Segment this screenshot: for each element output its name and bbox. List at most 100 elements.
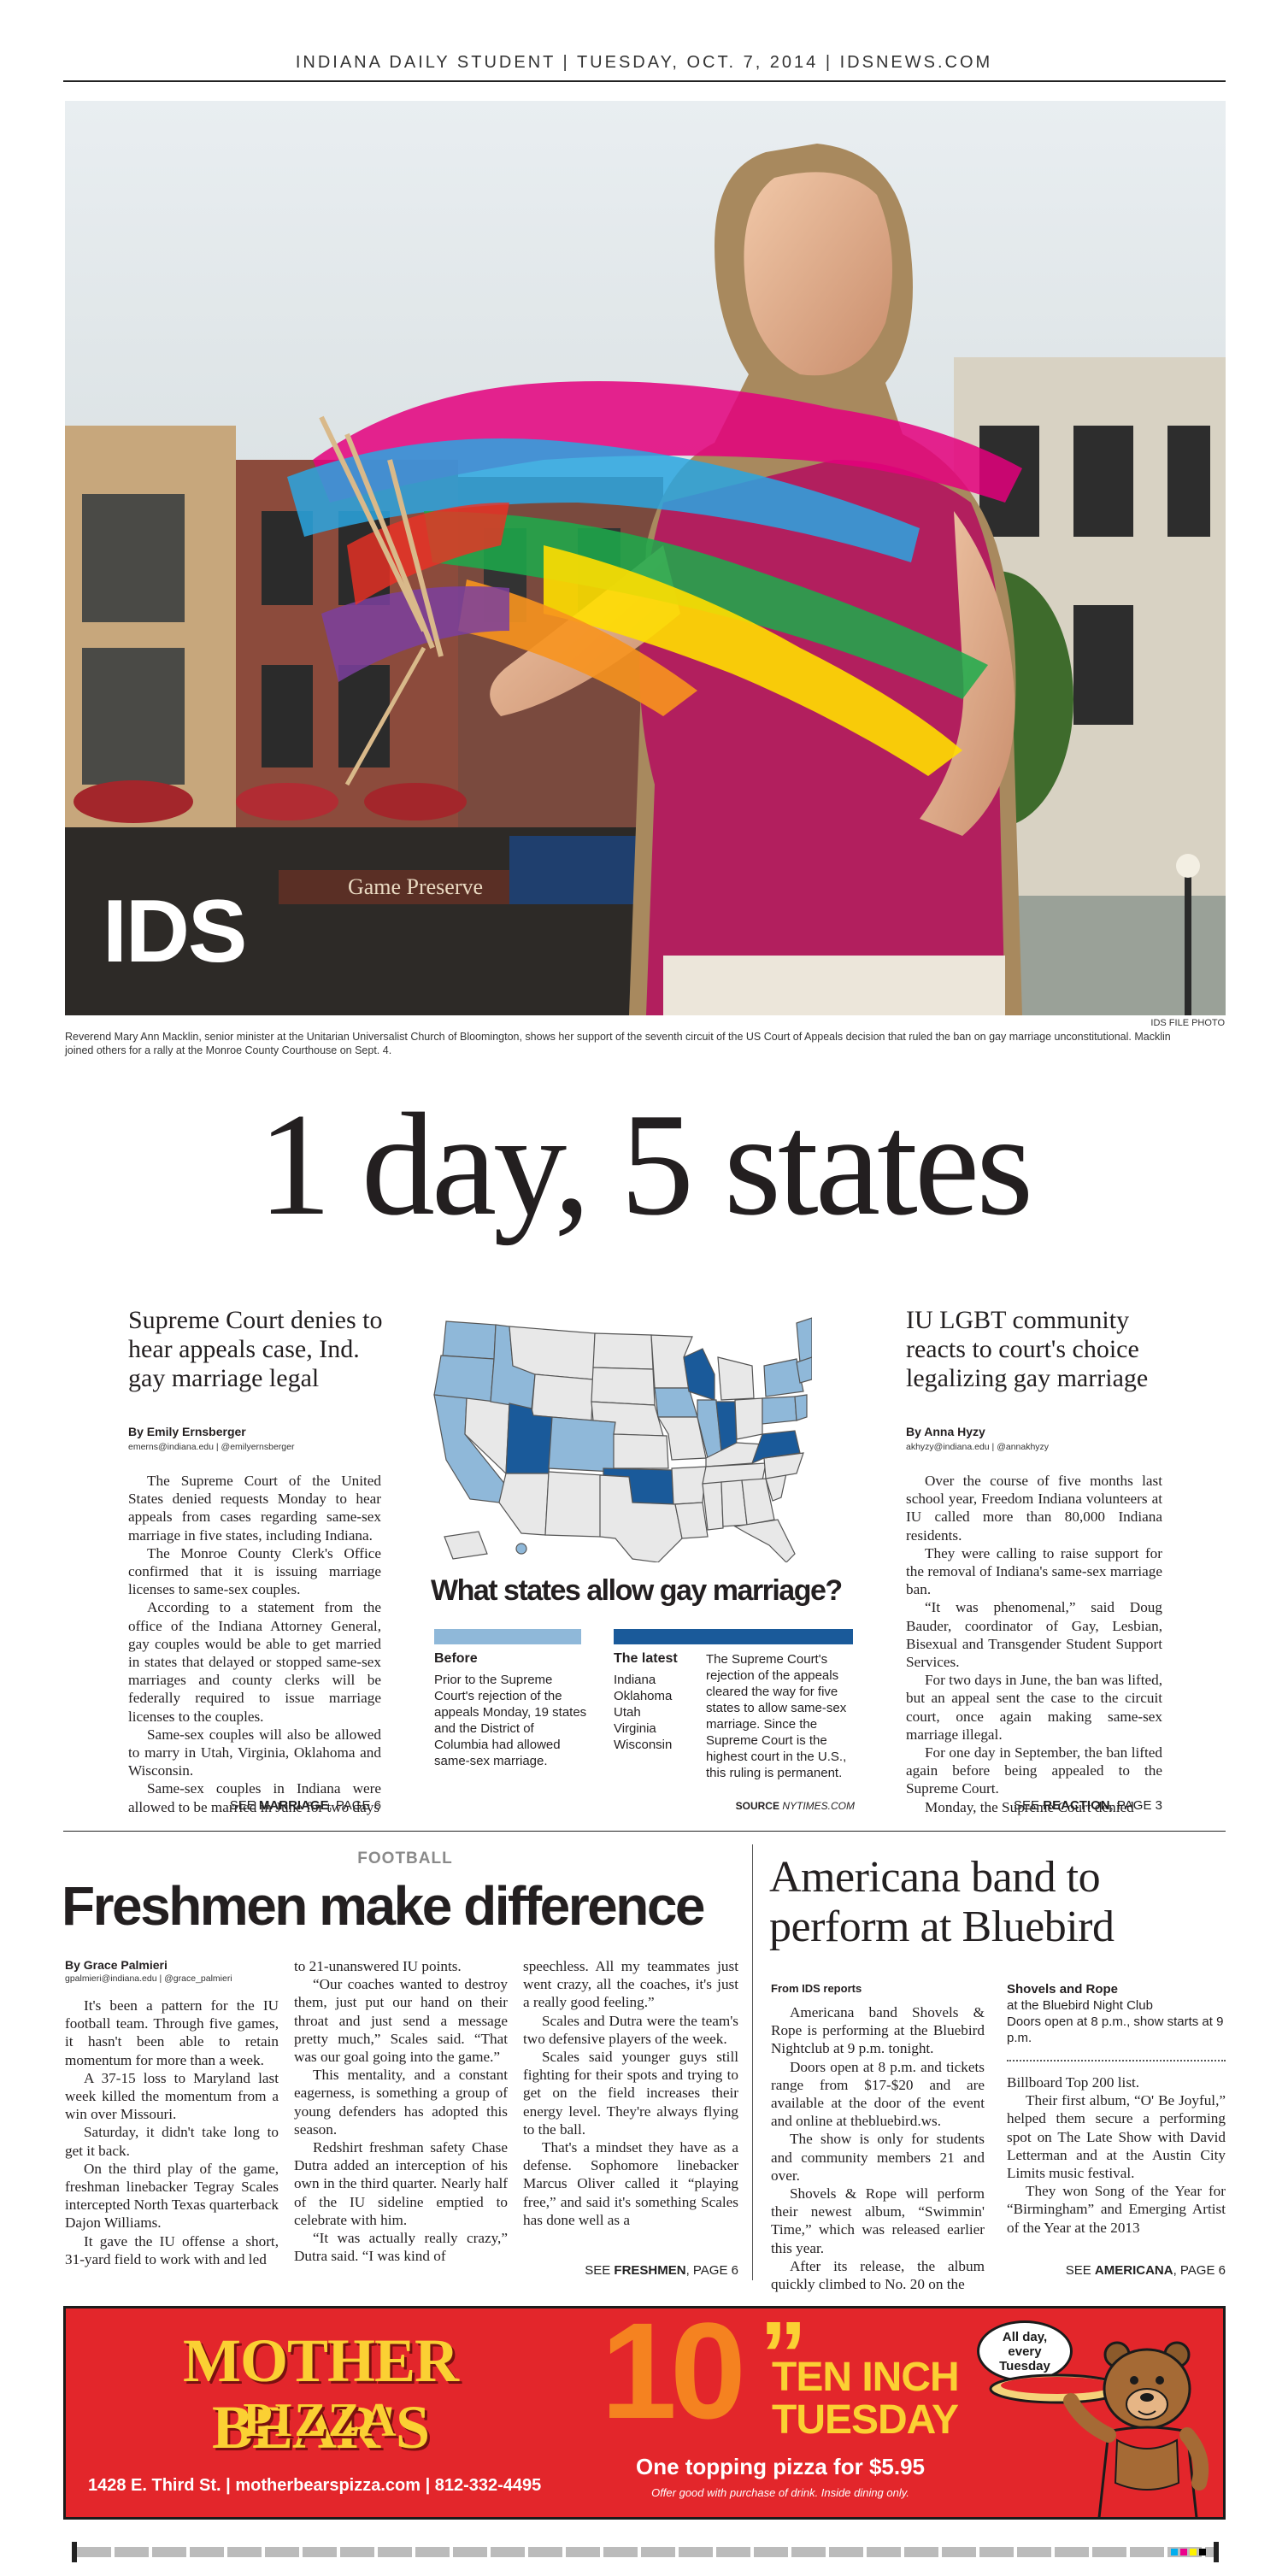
paragraph: Doors open at 8 p.m. and tickets range f… [771,2058,985,2130]
football-contact: gpalmieri@indiana.edu | @grace_palmieri [65,1973,232,1984]
state-michigan [717,1356,755,1401]
graphic-source: SOURCE NYTIMES.COM [650,1800,855,1812]
football-col-2: to 21-unanswered IU points. “Our coaches… [294,1957,508,2265]
left-jump-link[interactable]: SEE MARRIAGE, PAGE 6 [128,1798,381,1813]
state-new-mexico [544,1471,604,1538]
state-florida [733,1519,796,1563]
paragraph: Saturday, it didn't take long to get it … [65,2124,279,2159]
jump-keyword: FRESHMEN [614,2263,686,2278]
paragraph: Redshirt freshman safety Chase Dutra add… [294,2139,508,2228]
paragraph: Americana band Shovels & Rope is perform… [771,2004,985,2057]
cover-photo: Game Preserve IDS [65,101,1226,1015]
paragraph: That's a mindset they have as a defense.… [523,2139,738,2228]
magenta-swatch [1180,2549,1187,2555]
americana-jump-link[interactable]: SEE AMERICANA, PAGE 6 [1007,2263,1226,2278]
left-byline: By Emily Ernsberger [128,1425,246,1438]
paragraph: For two days in June, the ban was lifted… [906,1672,1162,1743]
masthead-rule [63,80,1226,82]
paragraph: According to a statement from the office… [128,1599,381,1725]
paragraph-continued: speechless. All my teammates just went c… [523,1958,738,2011]
event-info-box: Shovels and Rope at the Bluebird Night C… [1007,1981,1226,2046]
legend-before-text: Prior to the Supreme Court's rejection o… [434,1673,587,1768]
jump-suffix: , PAGE 6 [1173,2263,1226,2278]
paragraph: This mentality, and a constant eagerness… [294,2067,508,2138]
right-body: Over the course of five months last scho… [906,1472,1162,1816]
football-col-3: speechless. All my teammates just went c… [523,1957,738,2229]
state-washington [442,1320,497,1360]
state-new-england [796,1356,813,1384]
event-title: Shovels and Rope [1007,1982,1119,1997]
latest-state: Utah [614,1705,641,1720]
jump-prefix: SEE [585,2263,615,2278]
jump-prefix: SEE [1065,2263,1095,2278]
state-arkansas [671,1466,707,1505]
legend-latest-text: The Supreme Court's rejection of the app… [706,1652,847,1780]
storefront-sign: Game Preserve [348,874,483,899]
photo-credit: IDS FILE PHOTO [1150,1018,1225,1028]
paragraph: The Monroe County Clerk's Office confirm… [128,1544,381,1598]
event-times: Doors open at 8 p.m., show starts at 9 p… [1007,2014,1224,2045]
latest-states-list: Indiana Oklahoma Utah Virginia Wisconsin [614,1672,672,1753]
masthead: INDIANA DAILY STUDENT | TUESDAY, OCT. 7,… [295,53,993,72]
paragraph: “It was actually really crazy,” Dutra sa… [294,2230,508,2265]
football-jump-link[interactable]: SEE FRESHMEN, PAGE 6 [523,2263,738,2278]
paragraph: They won Song of the Year for “Birmingha… [1007,2183,1226,2236]
yellow-swatch [1190,2549,1197,2555]
photo-illustration: Game Preserve [65,101,1226,1015]
latest-state: Wisconsin [614,1738,673,1752]
ad-promo-line-2: TUESDAY [772,2397,959,2443]
pizza-advertisement[interactable]: MOTHER BEAR'S PIZZA 1428 E. Third St. | … [63,2306,1226,2520]
ad-big-number: 10 [601,2306,746,2447]
football-byline: By Grace Palmieri [65,1958,168,1972]
left-contact: emerns@indiana.edu | @emilyernsberger [128,1442,295,1452]
paragraph: A 37-15 loss to Maryland last week kille… [65,2069,279,2123]
right-deck: IU LGBT community reacts to court's choi… [906,1306,1149,1392]
jump-keyword: REACTION [1043,1798,1110,1813]
state-arizona [498,1473,550,1536]
paragraph: The show is only for students and commun… [771,2131,985,2184]
ad-promo-line-1: TEN INCH [772,2355,960,2400]
legend-before-swatch [434,1629,581,1644]
football-col-1: It's been a pattern for the IU football … [65,1997,279,2268]
cyan-swatch [1171,2549,1178,2555]
americana-col-2: Billboard Top 200 list. Their first albu… [1007,2073,1226,2237]
paragraph: Over the course of five months last scho… [906,1473,1162,1544]
ids-logo: IDS [103,882,247,981]
paragraph: Scales said younger guys still fighting … [523,2049,738,2138]
left-deck: Supreme Court denies to hear appeals cas… [128,1306,383,1392]
jump-suffix: , PAGE 6 [328,1798,381,1813]
state-pennsylvania [762,1396,797,1425]
football-headline: Freshmen make difference [62,1875,706,1937]
ad-offer: One topping pizza for $5.95 [635,2454,926,2479]
americana-col-1: Americana band Shovels & Rope is perform… [771,2003,985,2293]
state-hawaii [515,1543,527,1555]
bear-mascot-icon [989,2341,1209,2517]
paragraph: “Our coaches wanted to destroy them, jus… [294,1976,508,2066]
us-map [427,1306,813,1563]
right-jump-link[interactable]: SEE REACTION, PAGE 3 [906,1798,1162,1813]
paragraph: On the third play of the game, freshman … [65,2160,279,2232]
jump-keyword: MARRIAGE [258,1798,329,1813]
state-kansas [613,1433,669,1469]
us-map-svg [433,1317,813,1563]
paragraph-continued: Billboard Top 200 list. [1007,2074,1140,2091]
paragraph: They were calling to raise support for t… [906,1544,1162,1598]
jump-suffix: , PAGE 6 [685,2263,738,2278]
state-colorado [548,1416,616,1473]
paragraph: The Supreme Court of the United States d… [128,1473,381,1544]
legend-latest-label: The latest [614,1651,678,1666]
state-wyoming [531,1373,594,1421]
source-value: NYTIMES.COM [782,1800,855,1812]
left-body: The Supreme Court of the United States d… [128,1472,381,1816]
ad-fine-print: Offer good with purchase of drink. Insid… [651,2486,909,2499]
info-box-divider [1007,2060,1226,2061]
state-maine [796,1317,813,1363]
paragraph: It's been a pattern for the IU football … [65,1997,279,2068]
jump-suffix: , PAGE 3 [1109,1798,1162,1813]
state-oregon [433,1355,495,1403]
latest-state: Oklahoma [614,1689,673,1703]
paragraph: “It was phenomenal,” said Doug Bauder, c… [906,1599,1162,1671]
registration-mark-icon [1214,2542,1219,2562]
section-rule [63,1831,1226,1832]
latest-state: Virginia [614,1721,656,1736]
